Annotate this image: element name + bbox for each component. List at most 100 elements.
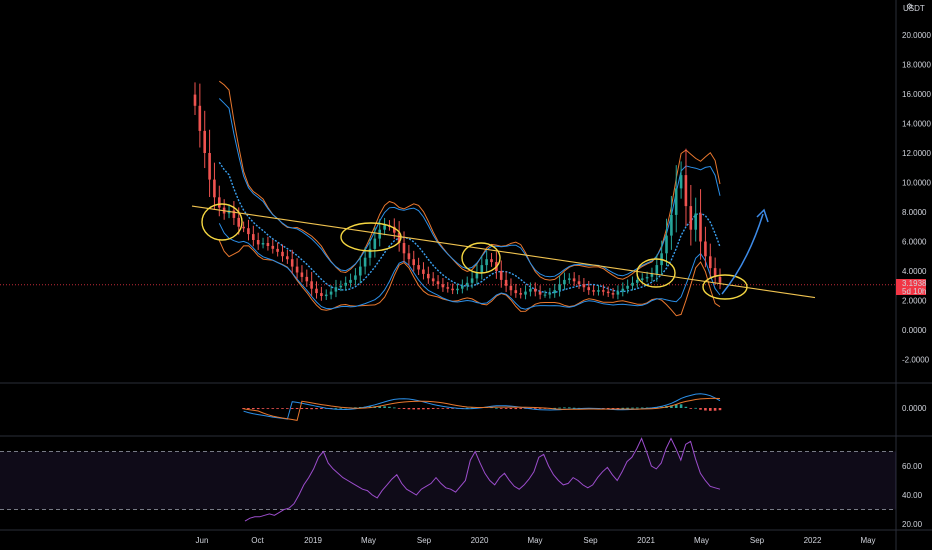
- candle-body: [534, 288, 537, 292]
- candle-body: [310, 281, 313, 289]
- macd-histogram-bar: [256, 408, 260, 410]
- macd-line: [243, 393, 721, 420]
- candle-body: [266, 243, 270, 246]
- candle-body: [368, 248, 372, 258]
- macd-histogram-bar: [504, 408, 508, 409]
- macd-histogram-bar: [407, 408, 411, 410]
- candle-body: [344, 282, 347, 286]
- candle-body: [412, 259, 415, 266]
- macd-histogram-bar: [281, 408, 284, 409]
- macd-histogram-bar: [509, 408, 513, 409]
- macd-panel[interactable]: [242, 393, 722, 421]
- candle-body: [208, 153, 211, 180]
- rsi-panel[interactable]: [0, 437, 896, 522]
- price-tick-label: 14.0000: [902, 120, 931, 129]
- price-tick-label: 16.0000: [902, 90, 931, 99]
- candle-body: [339, 285, 343, 288]
- candle-body: [305, 276, 309, 282]
- macd-histogram-bar: [266, 408, 270, 409]
- price-badge: 3.1938 5d 10h: [896, 279, 927, 296]
- candle-body: [718, 276, 722, 283]
- bollinger-upper-band: [218, 80, 721, 281]
- candle-body: [402, 243, 406, 254]
- candle-body: [626, 285, 629, 289]
- macd-histogram-bar: [699, 408, 702, 410]
- candle-body: [407, 253, 411, 260]
- trendline: [191, 205, 816, 299]
- candle-body: [295, 266, 299, 273]
- highlight-circle: [201, 203, 243, 241]
- time-tick-label: 2019: [304, 536, 322, 545]
- candle-body: [461, 285, 464, 289]
- macd-histogram-bar: [446, 408, 450, 409]
- candle-body: [665, 235, 668, 254]
- macd-histogram-bar: [431, 408, 435, 409]
- macd-histogram-bar: [636, 407, 639, 409]
- candle-body: [451, 288, 454, 291]
- time-tick-label: May: [860, 536, 875, 545]
- candle-body: [441, 284, 445, 288]
- candle-body: [334, 287, 338, 292]
- macd-histogram-bar: [305, 408, 309, 409]
- chart-canvas[interactable]: 20.0000 18.0000 16.0000 14.0000 12.0000 10.00…: [0, 0, 932, 550]
- macd-histogram-bar: [252, 408, 255, 410]
- candle-body: [704, 241, 707, 257]
- time-tick-label: May: [694, 536, 709, 545]
- macd-histogram-bar: [320, 408, 323, 409]
- candle-body: [315, 288, 318, 294]
- candle-body: [198, 105, 202, 131]
- candle-body: [655, 265, 659, 274]
- candle-body: [247, 228, 250, 235]
- candle-body: [650, 273, 654, 277]
- macd-histogram-bar: [393, 407, 396, 409]
- candle-body: [490, 259, 493, 263]
- candle-body: [363, 257, 367, 267]
- macd-histogram-bar: [718, 408, 722, 411]
- macd-histogram-bar: [709, 408, 712, 411]
- candle-body: [271, 245, 275, 249]
- candle-body: [558, 284, 561, 291]
- candle-body: [709, 256, 712, 269]
- candle-body: [548, 293, 552, 295]
- macd-histogram-bar: [417, 408, 420, 410]
- macd-histogram-bar: [519, 408, 522, 409]
- candle-body: [261, 243, 265, 245]
- candle-body: [568, 278, 571, 280]
- candle-body: [694, 213, 697, 230]
- price-panel[interactable]: [0, 80, 896, 317]
- candle-body: [640, 278, 644, 280]
- candle-body: [300, 272, 304, 277]
- macd-histogram-bar: [495, 407, 498, 409]
- price-tick-label: -2.0000: [902, 356, 930, 365]
- candle-body: [286, 256, 289, 260]
- candle-body: [684, 175, 688, 207]
- candle-body: [597, 290, 600, 292]
- macd-histogram-bar: [334, 407, 338, 409]
- candle-body: [504, 279, 508, 286]
- rsi-tick-label: 60.00: [902, 462, 923, 471]
- candle-body: [524, 291, 527, 295]
- candle-body: [572, 278, 576, 282]
- candle-body: [218, 197, 221, 208]
- candle-body: [427, 273, 430, 279]
- candle-body: [456, 288, 459, 291]
- time-tick-label: Oct: [251, 536, 264, 545]
- macd-histogram-bar: [339, 407, 343, 409]
- highlight-circle: [340, 222, 402, 252]
- rsi-tick-label: 20.00: [902, 520, 923, 529]
- macd-signal-line: [243, 397, 721, 421]
- price-tick-label: 0.0000: [902, 326, 927, 335]
- price-badge-time: 5d 10h: [902, 287, 926, 296]
- time-tick-label: Sep: [417, 536, 432, 545]
- candle-body: [193, 94, 197, 106]
- price-tick-label: 12.0000: [902, 149, 931, 158]
- candle-body: [592, 290, 595, 292]
- candle-body: [213, 179, 216, 198]
- price-tick-label: 6.0000: [902, 238, 927, 247]
- candle-body: [359, 266, 362, 276]
- candle-body: [582, 284, 586, 288]
- macd-histogram-bar: [621, 407, 625, 409]
- macd-histogram-bar: [684, 406, 688, 408]
- macd-histogram-bar: [694, 407, 697, 409]
- macd-histogram-bar: [286, 408, 289, 409]
